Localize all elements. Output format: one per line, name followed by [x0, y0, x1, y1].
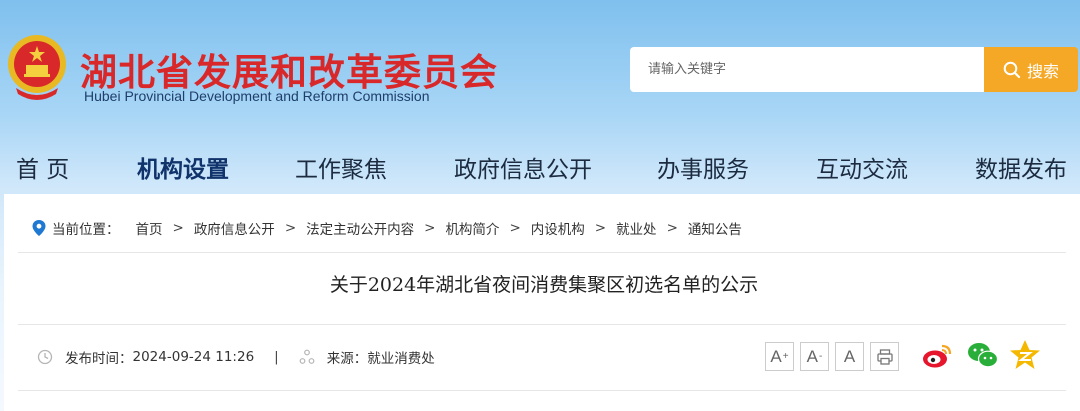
- source-icon: [299, 349, 315, 364]
- search-button[interactable]: 搜索: [984, 47, 1078, 92]
- nav-item-interaction[interactable]: 互动交流: [816, 150, 908, 184]
- divider: [18, 252, 1066, 253]
- breadcrumb-separator: >: [594, 220, 607, 236]
- font-reset-button[interactable]: A: [835, 342, 864, 371]
- location-pin-icon: [32, 220, 46, 236]
- breadcrumb-item-statutory[interactable]: 法定主动公开内容: [306, 218, 414, 238]
- font-reset-label: A: [843, 346, 856, 366]
- divider: [18, 390, 1066, 391]
- site-header: 湖北省发展和改革委员会 Hubei Provincial Development…: [0, 0, 1080, 135]
- breadcrumb-item-gov-info[interactable]: 政府信息公开: [194, 218, 275, 238]
- source-label: 来源：: [326, 351, 368, 367]
- font-decrease-label: A: [806, 346, 818, 366]
- search-button-label: 搜索: [1026, 61, 1059, 81]
- breadcrumb-separator: >: [666, 220, 678, 236]
- clock-icon: [37, 349, 53, 365]
- publish-time: 2024-09-24 11:26: [132, 349, 255, 365]
- font-increase-label: A: [770, 346, 782, 366]
- search-input[interactable]: 请输入关键字: [630, 47, 984, 92]
- breadcrumb-separator: >: [284, 220, 297, 236]
- nav-item-organization[interactable]: 机构设置: [137, 150, 229, 184]
- print-button[interactable]: [870, 342, 899, 371]
- breadcrumb-item-notices[interactable]: 通知公告: [688, 218, 742, 238]
- article-title: 关于2024年湖北省夜间消费集聚区初选名单的公示: [329, 274, 759, 296]
- breadcrumb-item-home[interactable]: 首页: [136, 218, 163, 238]
- breadcrumb: 当前位置： 首页 > 政府信息公开 > 法定主动公开内容 > 机构简介 > 内设…: [32, 218, 742, 238]
- breadcrumb-separator: >: [509, 220, 521, 236]
- nav-item-services[interactable]: 办事服务: [657, 150, 749, 184]
- qzone-icon[interactable]: [1008, 338, 1042, 372]
- search-icon: [1003, 61, 1021, 78]
- main-nav: 首 页 机构设置 工作聚焦 政府信息公开 办事服务 互动交流 数据发布: [0, 150, 1080, 194]
- wechat-icon[interactable]: [966, 338, 1000, 372]
- weibo-icon[interactable]: [920, 338, 954, 372]
- article-panel: 当前位置： 首页 > 政府信息公开 > 法定主动公开内容 > 机构简介 > 内设…: [4, 194, 1080, 411]
- breadcrumb-separator: >: [424, 220, 436, 236]
- divider: [18, 324, 1066, 325]
- breadcrumb-item-departments[interactable]: 内设机构: [531, 218, 585, 238]
- nav-item-gov-info[interactable]: 政府信息公开: [454, 150, 592, 184]
- breadcrumb-item-org-intro[interactable]: 机构简介: [445, 218, 499, 238]
- publish-time-label: 发布时间：: [65, 351, 133, 367]
- national-emblem-icon: [8, 35, 66, 100]
- print-icon: [876, 348, 893, 365]
- source-value: 就业消费处: [367, 351, 435, 367]
- site-title-en: Hubei Provincial Development and Reform …: [84, 88, 430, 104]
- breadcrumb-item-employment-office[interactable]: 就业处: [616, 218, 657, 238]
- font-increase-button[interactable]: A +: [765, 342, 794, 371]
- nav-item-work-focus[interactable]: 工作聚焦: [295, 150, 387, 184]
- breadcrumb-label: 当前位置：: [52, 222, 120, 238]
- nav-item-data-release[interactable]: 数据发布: [975, 150, 1067, 184]
- article-meta: 发布时间： 2024-09-24 11:26 | 来源： 就业消费处: [37, 347, 435, 367]
- nav-item-home[interactable]: 首 页: [16, 150, 69, 184]
- breadcrumb-separator: >: [172, 220, 184, 236]
- font-decrease-button[interactable]: A-: [800, 342, 829, 371]
